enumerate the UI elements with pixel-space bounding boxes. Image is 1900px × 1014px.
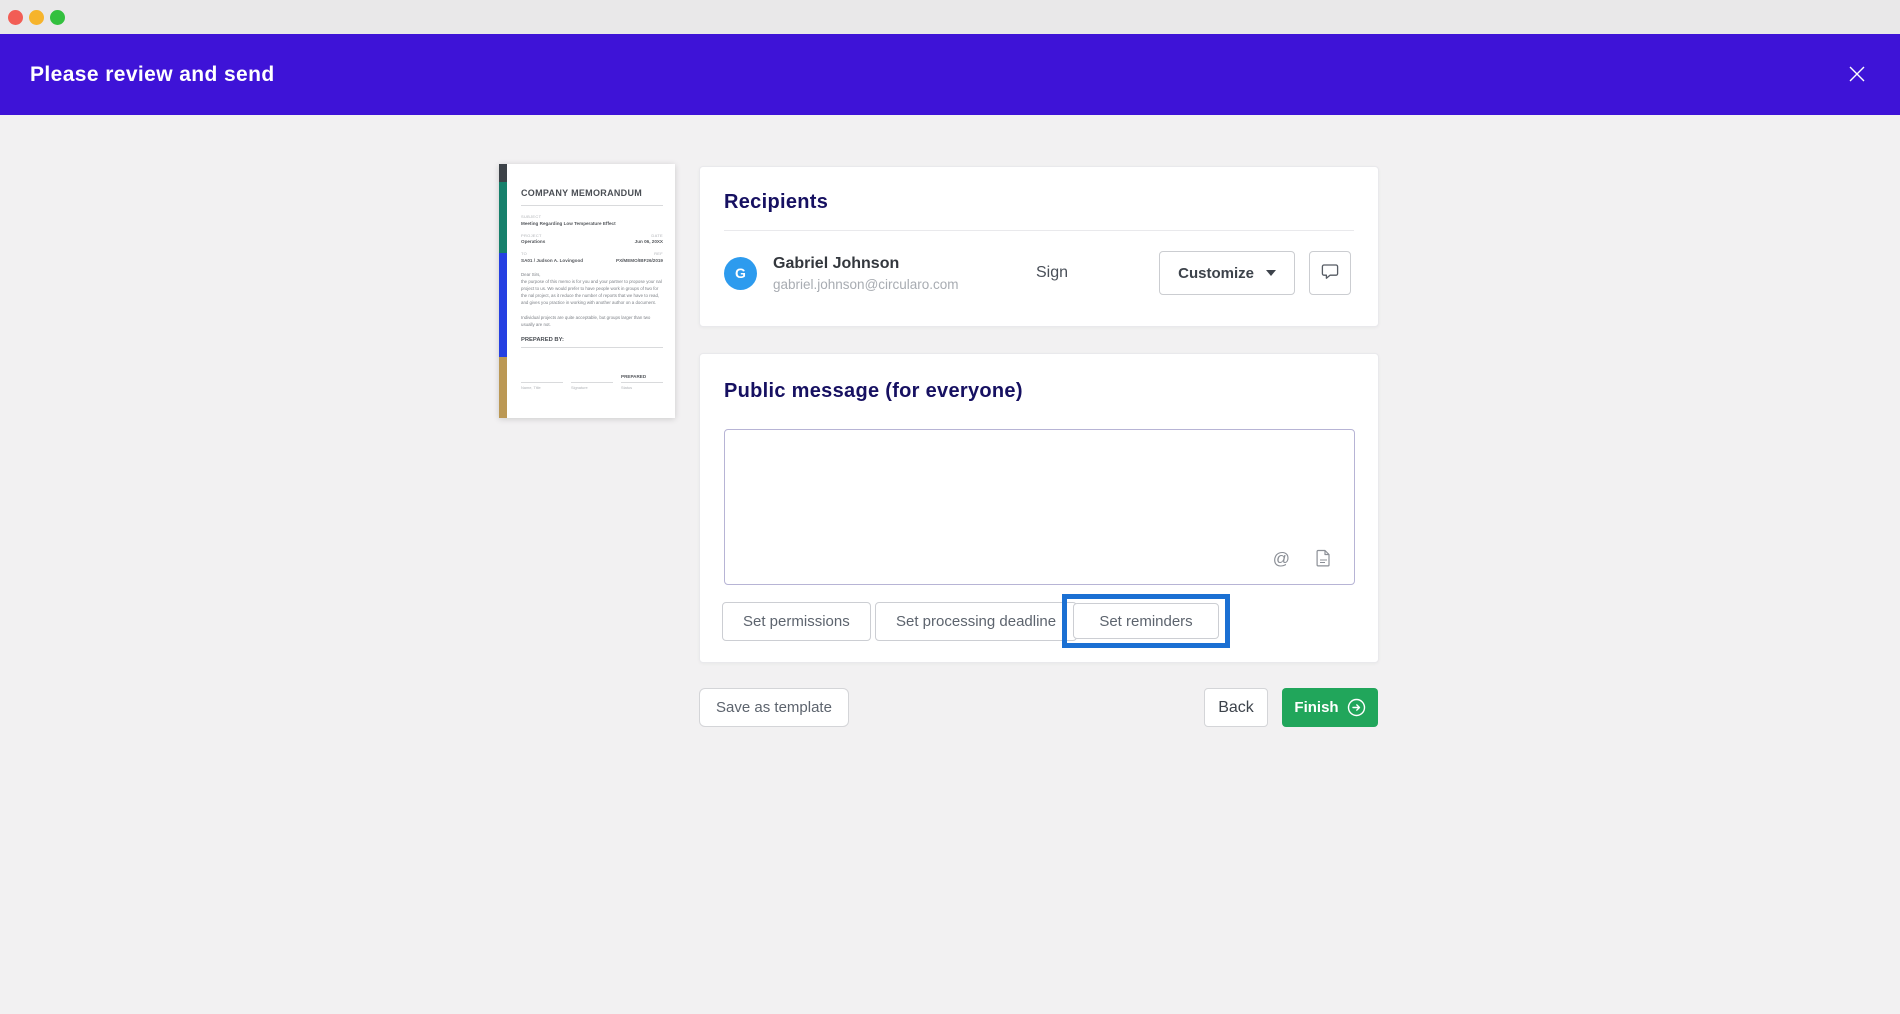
public-message-field-wrap: @: [724, 429, 1355, 585]
back-button[interactable]: Back: [1204, 688, 1268, 727]
project-label: PROJECT: [521, 233, 545, 238]
project-value: Operations: [521, 239, 545, 244]
divider: [521, 205, 663, 206]
app-header: Please review and send: [0, 34, 1900, 115]
recipient-role-label: Sign: [1036, 264, 1068, 282]
window-close-button[interactable]: [8, 10, 23, 25]
document-subject-block: SUBJECT Meeting Regarding Low Temperatur…: [521, 214, 663, 226]
date-value: Jun 06, 20XX: [635, 239, 663, 244]
textarea-toolbar: @: [1273, 549, 1331, 567]
subject-value: Meeting Regarding Low Temperature Effect: [521, 221, 663, 226]
sign-field-status: Status: [621, 385, 663, 390]
window-zoom-button[interactable]: [50, 10, 65, 25]
document-signature-row: Name, Title Signature PREPARED Status: [521, 374, 663, 390]
date-label: DATE: [635, 233, 663, 238]
mention-icon[interactable]: @: [1273, 550, 1290, 567]
recipients-card: Recipients G Gabriel Johnson gabriel.joh…: [699, 166, 1379, 327]
public-message-textarea[interactable]: [724, 429, 1355, 585]
to-value: SA01 / Judson A. Lovingood: [521, 258, 583, 263]
finish-arrow-icon: [1347, 698, 1366, 717]
save-as-template-button[interactable]: Save as template: [699, 688, 849, 727]
window-titlebar: [0, 0, 1900, 34]
set-permissions-button[interactable]: Set permissions: [722, 602, 871, 641]
recipient-row: G Gabriel Johnson gabriel.johnson@circul…: [700, 231, 1378, 315]
customize-button[interactable]: Customize: [1159, 251, 1295, 295]
recipient-avatar: G: [724, 257, 757, 290]
close-button[interactable]: [1842, 60, 1872, 90]
document-title: COMPANY MEMORANDUM: [521, 188, 663, 198]
public-message-card-title: Public message (for everyone): [724, 380, 1354, 403]
recipients-card-title: Recipients: [724, 191, 1354, 214]
finish-button-label: Finish: [1294, 699, 1338, 716]
ref-value: PX/MEMO/IBF26/2019: [616, 258, 663, 263]
document-thumbnail[interactable]: COMPANY MEMORANDUM SUBJECT Meeting Regar…: [499, 164, 675, 418]
comment-icon: [1321, 263, 1339, 283]
sign-field-signature: Signature: [571, 385, 613, 390]
document-ribbon-decoration: [499, 164, 507, 418]
subject-label: SUBJECT: [521, 214, 663, 219]
salutation: Dear Sirs,: [521, 272, 541, 277]
close-icon: [1848, 65, 1866, 86]
set-reminders-button[interactable]: Set reminders: [1073, 603, 1219, 639]
paragraph-1: the purpose of this memo is for you and …: [521, 279, 662, 305]
recipient-info: Gabriel Johnson gabriel.johnson@circular…: [773, 255, 959, 292]
page-title: Please review and send: [30, 34, 275, 115]
set-processing-deadline-button[interactable]: Set processing deadline: [875, 602, 1077, 641]
document-to-ref-row: TO SA01 / Judson A. Lovingood REF PX/MEM…: [521, 251, 663, 263]
to-label: TO: [521, 251, 583, 256]
comment-button[interactable]: [1309, 251, 1351, 295]
app-window: Please review and send COMPANY MEMORANDU…: [0, 0, 1900, 1014]
customize-button-label: Customize: [1178, 265, 1254, 282]
public-message-card: Public message (for everyone) @ Set perm…: [699, 353, 1379, 663]
prepared-by-heading: PREPARED BY:: [521, 337, 663, 348]
prepared-label: PREPARED: [621, 374, 663, 380]
chevron-down-icon: [1266, 270, 1276, 276]
attach-document-icon[interactable]: [1316, 549, 1331, 567]
set-reminders-highlight-box: Set reminders: [1062, 594, 1230, 648]
document-project-date-row: PROJECT Operations DATE Jun 06, 20XX: [521, 233, 663, 245]
recipient-name: Gabriel Johnson: [773, 255, 959, 273]
ref-label: REF: [616, 251, 663, 256]
document-page-preview: COMPANY MEMORANDUM SUBJECT Meeting Regar…: [507, 164, 675, 418]
sign-field-name-title: Name, Title: [521, 385, 563, 390]
finish-button[interactable]: Finish: [1282, 688, 1378, 727]
recipient-email: gabriel.johnson@circularo.com: [773, 277, 959, 292]
window-minimize-button[interactable]: [29, 10, 44, 25]
message-actions-row: Set permissions Set processing deadline …: [700, 594, 1380, 650]
document-body-paragraph: Dear Sirs, the purpose of this memo is f…: [521, 271, 663, 306]
paragraph-2: Individual projects are quite acceptable…: [521, 314, 663, 328]
